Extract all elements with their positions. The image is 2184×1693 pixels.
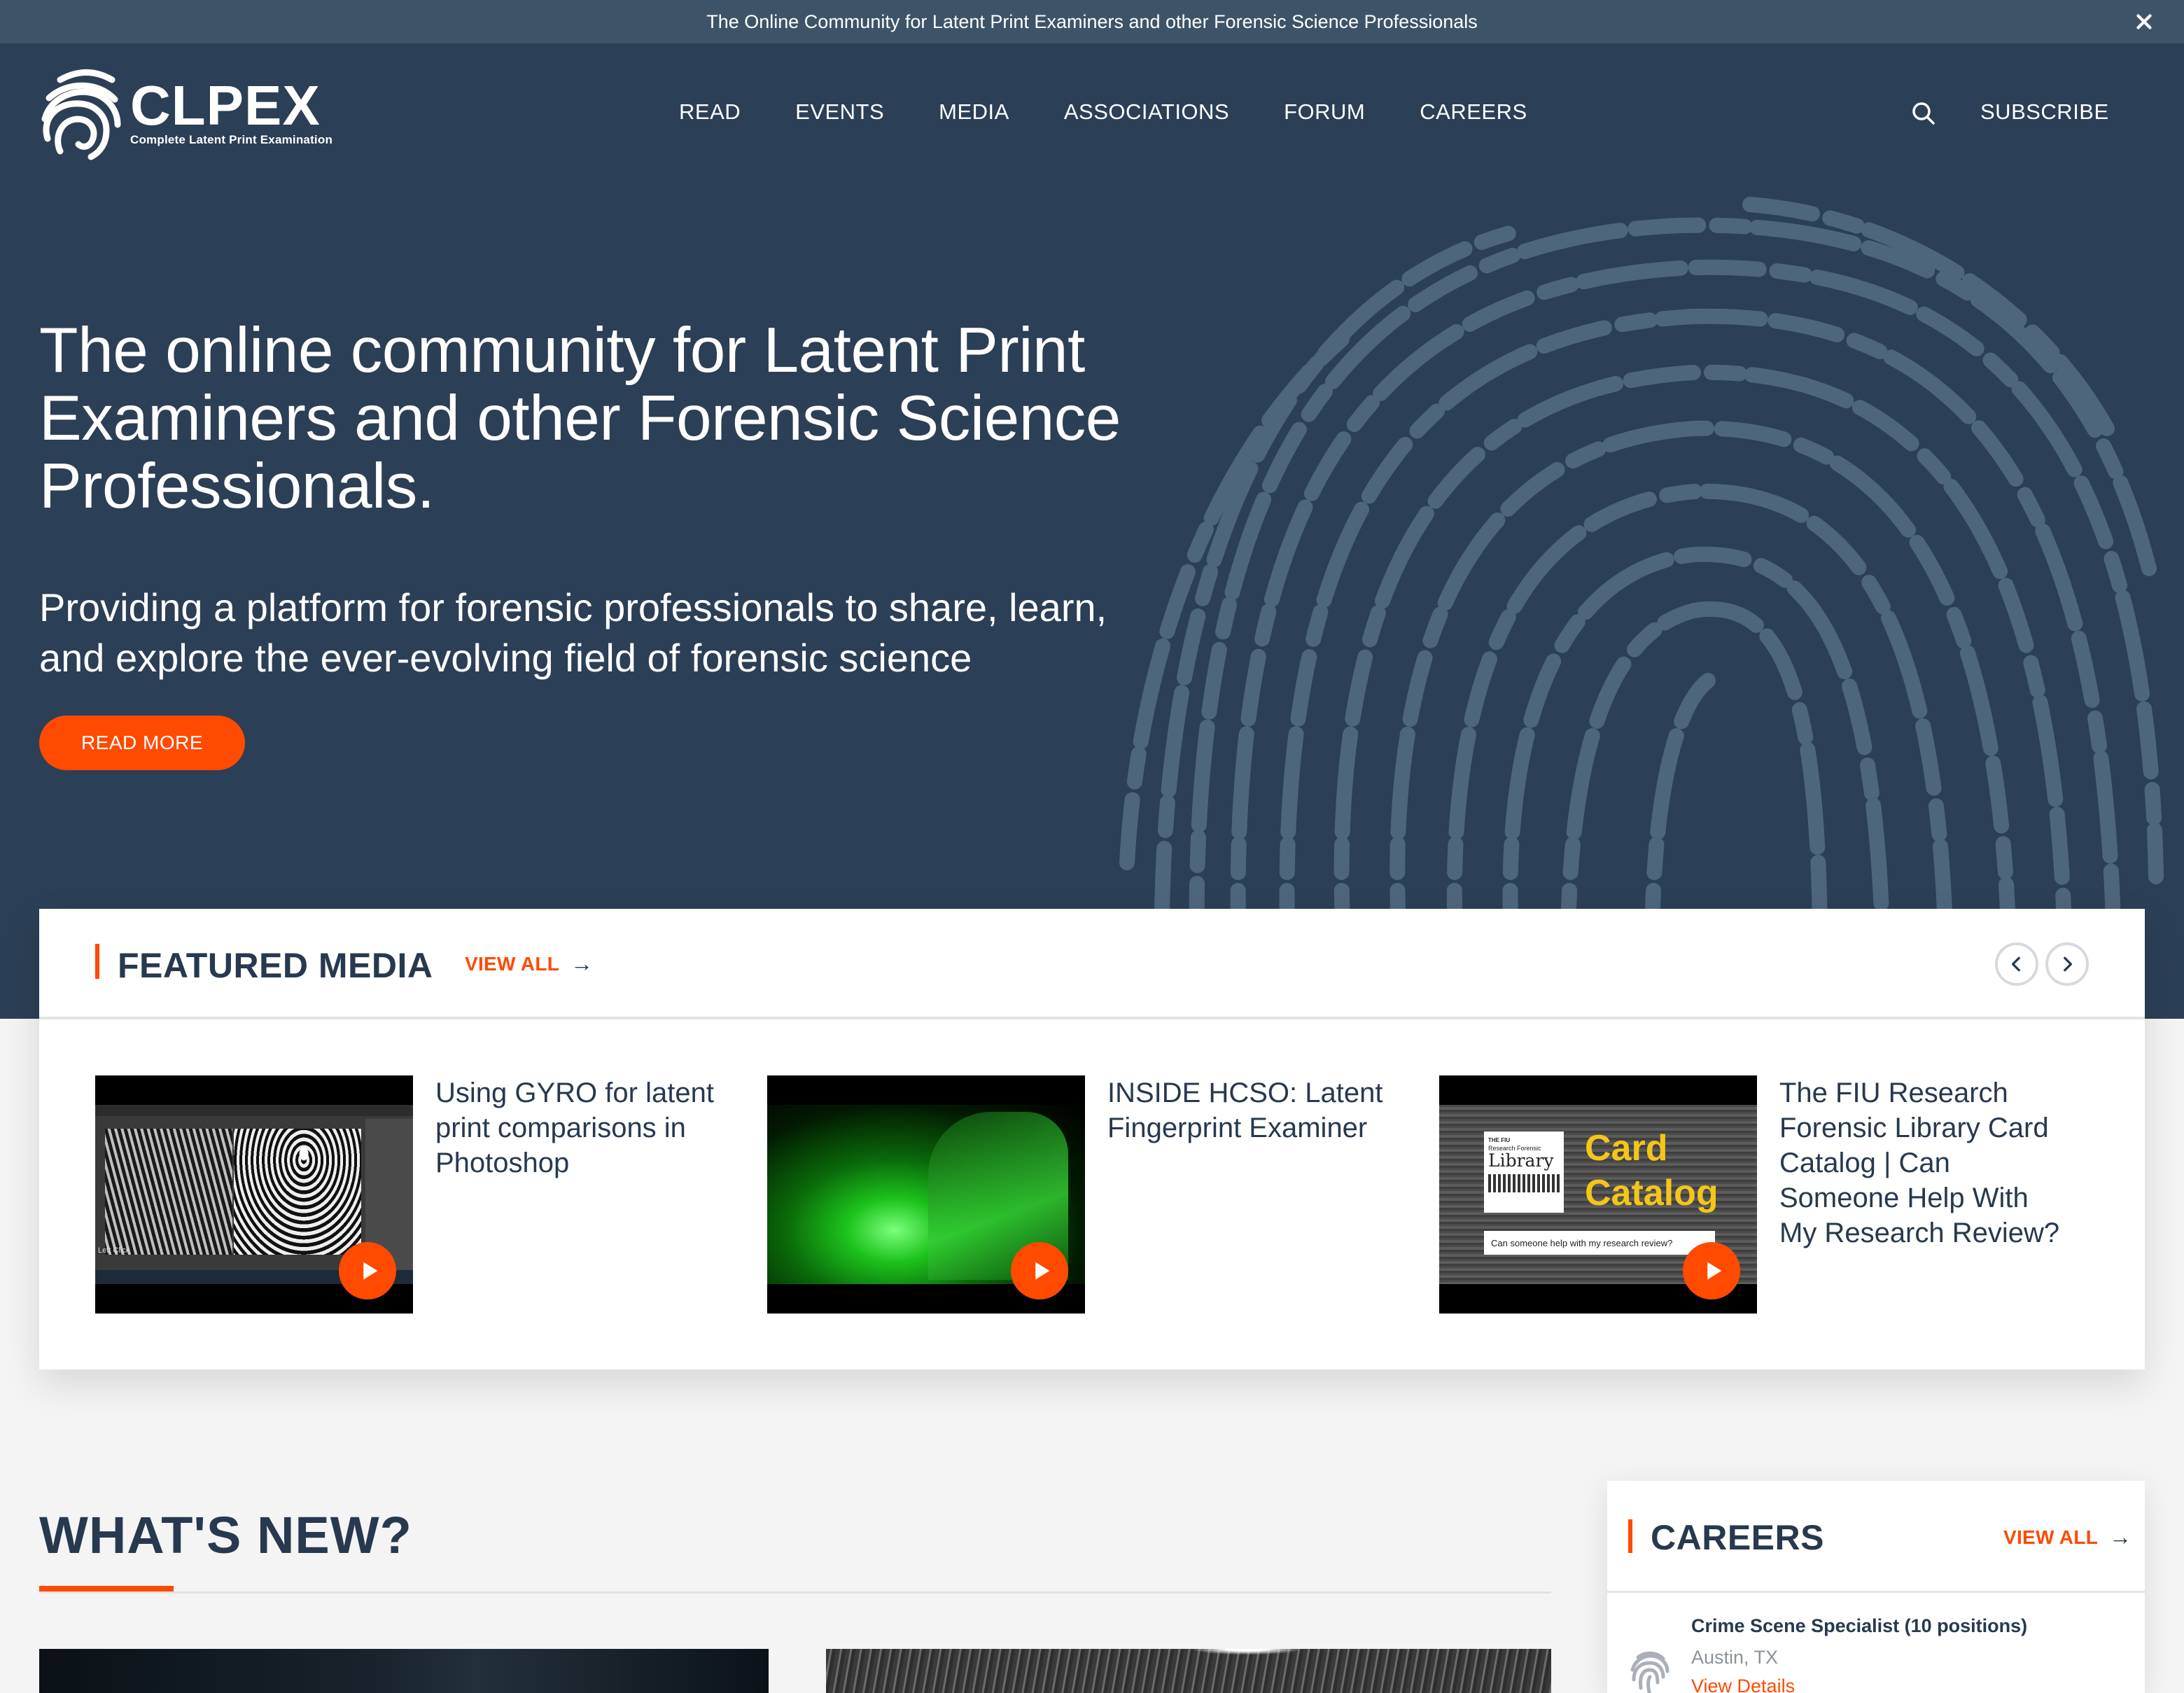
- play-button[interactable]: [339, 1242, 396, 1300]
- job-listing[interactable]: Crime Scene Specialist (10 positions) Au…: [1628, 1615, 2027, 1693]
- carousel-next-button[interactable]: [2045, 942, 2089, 986]
- play-button[interactable]: [1683, 1242, 1740, 1300]
- job-location: Austin, TX: [1691, 1647, 1779, 1668]
- view-all-label: VIEW ALL: [465, 952, 560, 975]
- whats-new-title: WHAT'S NEW?: [39, 1506, 412, 1564]
- view-details-link[interactable]: View Details: [1691, 1675, 2027, 1693]
- nav-associations[interactable]: ASSOCIATIONS: [1064, 99, 1229, 125]
- whats-new-accent-bar: [39, 1586, 174, 1591]
- thumb-latent-print: [105, 1129, 232, 1255]
- fingerprint-background-icon: [1119, 197, 2164, 954]
- play-icon: [1707, 1262, 1722, 1280]
- featured-media-title: FEATURED MEDIA: [118, 946, 433, 985]
- article-image[interactable]: [39, 1649, 769, 1693]
- nav-careers[interactable]: CAREERS: [1420, 99, 1527, 125]
- nav-forum[interactable]: FORUM: [1284, 99, 1365, 125]
- video-thumbnail[interactable]: THE FIU Research Forensic Library Card C…: [1439, 1075, 1757, 1314]
- thumb-barcode: [1488, 1174, 1560, 1192]
- video-thumbnail[interactable]: [767, 1075, 1085, 1314]
- nav-read[interactable]: READ: [679, 99, 741, 125]
- arrow-right-icon: →: [2109, 1524, 2132, 1549]
- search-button[interactable]: [1911, 101, 1936, 126]
- careers-card: CAREERS VIEW ALL → Crime Scene Specialis…: [1607, 1481, 2145, 1693]
- media-item[interactable]: Left Click Using GYRO for latent print c…: [95, 1075, 767, 1314]
- section-accent-bar: [95, 944, 99, 979]
- thumb-library-logo: THE FIU Research Forensic Library: [1484, 1131, 1564, 1213]
- view-all-label: VIEW ALL: [2003, 1526, 2099, 1548]
- nav-media[interactable]: MEDIA: [939, 99, 1009, 125]
- chevron-right-icon: [2064, 956, 2073, 972]
- media-item[interactable]: INSIDE HCSO: Latent Fingerprint Examiner: [767, 1075, 1439, 1314]
- site-logo[interactable]: CLPEX Complete Latent Print Examination: [39, 66, 332, 161]
- media-title[interactable]: INSIDE HCSO: Latent Fingerprint Examiner: [1107, 1075, 1401, 1314]
- fingerprint-icon: [1630, 1651, 1670, 1693]
- whats-new-divider: [39, 1591, 1551, 1594]
- chevron-left-icon: [2011, 956, 2020, 972]
- nav-events[interactable]: EVENTS: [795, 99, 884, 125]
- play-button[interactable]: [1011, 1242, 1068, 1300]
- close-announcement-button[interactable]: [2132, 10, 2156, 34]
- careers-header: CAREERS VIEW ALL →: [1607, 1481, 2145, 1593]
- hero-section: CLPEX Complete Latent Print Examination …: [0, 43, 2184, 1019]
- arrow-right-icon: →: [570, 951, 594, 976]
- thumb-lib-line3: Library: [1488, 1150, 1554, 1171]
- carousel-prev-button[interactable]: [1995, 942, 2038, 986]
- read-more-button[interactable]: READ MORE: [39, 716, 245, 770]
- job-title[interactable]: Crime Scene Specialist (10 positions): [1691, 1615, 2027, 1637]
- careers-view-all-link[interactable]: VIEW ALL →: [2003, 1524, 2132, 1550]
- thumb-caption: Left Click: [98, 1246, 130, 1255]
- video-thumbnail[interactable]: Left Click: [95, 1075, 413, 1314]
- media-list: Left Click Using GYRO for latent print c…: [95, 1075, 2111, 1314]
- thumb-search-text: Can someone help with my research review…: [1491, 1237, 1673, 1248]
- media-item[interactable]: THE FIU Research Forensic Library Card C…: [1439, 1075, 2111, 1314]
- close-icon: [2136, 14, 2152, 29]
- hero-title: The online community for Latent Print Ex…: [39, 315, 1121, 522]
- thumb-heading: Card Catalog: [1585, 1128, 1718, 1213]
- thumb-lib-line1: THE FIU: [1488, 1137, 1511, 1143]
- play-icon: [1035, 1262, 1050, 1280]
- featured-view-all-link[interactable]: VIEW ALL →: [465, 951, 593, 977]
- section-accent-bar: [1628, 1519, 1632, 1553]
- brand-name: CLPEX: [130, 74, 321, 137]
- hero-subtitle: Providing a platform for forensic profes…: [39, 585, 1107, 680]
- media-title[interactable]: The FIU Research Forensic Library Card C…: [1779, 1075, 2073, 1314]
- thumb-known-print: [234, 1129, 361, 1255]
- search-icon: [1912, 102, 1935, 125]
- announcement-bar: The Online Community for Latent Print Ex…: [0, 0, 2184, 43]
- featured-media-header: FEATURED MEDIA VIEW ALL →: [39, 909, 2145, 1019]
- subscribe-link[interactable]: SUBSCRIBE: [1980, 99, 2109, 125]
- play-icon: [363, 1262, 378, 1280]
- featured-media-card: FEATURED MEDIA VIEW ALL → Left Click Usi…: [39, 909, 2145, 1370]
- announcement-text: The Online Community for Latent Print Ex…: [706, 11, 1478, 32]
- fingerprint-icon: [41, 69, 121, 160]
- thumb-menubar: [95, 1105, 413, 1116]
- brand-tagline: Complete Latent Print Examination: [130, 133, 333, 146]
- thumb-search-bar: Can someone help with my research review…: [1484, 1231, 1715, 1255]
- careers-title: CAREERS: [1651, 1518, 1824, 1557]
- article-image[interactable]: [826, 1649, 1551, 1693]
- main-nav: READ EVENTS MEDIA ASSOCIATIONS FORUM CAR…: [679, 99, 1527, 125]
- media-title[interactable]: Using GYRO for latent print comparisons …: [435, 1075, 729, 1314]
